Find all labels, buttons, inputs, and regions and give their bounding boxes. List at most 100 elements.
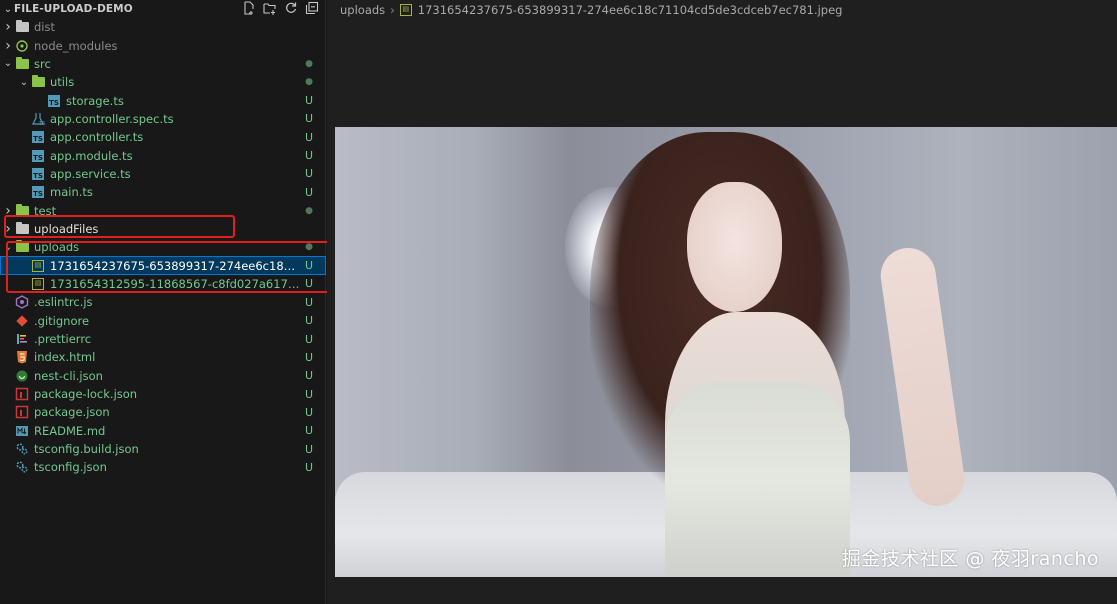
- tree-item-label: app.service.ts: [50, 166, 131, 181]
- chevron-down-icon: ⌄: [19, 76, 29, 88]
- folder-dist-icon: [14, 20, 30, 34]
- untracked-badge: U: [304, 332, 314, 346]
- file-item[interactable]: TS main.ts U: [0, 183, 326, 201]
- file-item[interactable]: nest-cli.json U: [0, 367, 326, 385]
- chevron-down-icon: ⌄: [3, 58, 13, 70]
- git-icon: [14, 314, 30, 328]
- modified-dot-icon: ●: [305, 58, 313, 69]
- explorer-title: FILE-UPLOAD-DEMO: [14, 3, 133, 15]
- tree-item-label: README.md: [34, 423, 106, 438]
- chevron-down-icon[interactable]: ⌄: [2, 4, 14, 15]
- untracked-badge: U: [304, 350, 314, 364]
- chevron-right-icon: ›: [5, 19, 11, 36]
- breadcrumb-folder[interactable]: uploads: [340, 3, 385, 17]
- tree-item-label: package-lock.json: [34, 387, 138, 402]
- breadcrumb-separator-icon: ›: [390, 3, 395, 17]
- folder-utils-icon: [30, 75, 46, 89]
- readme-icon: [14, 424, 30, 438]
- file-item[interactable]: README.md U: [0, 422, 326, 440]
- nest-icon: [14, 369, 30, 383]
- untracked-badge: U: [304, 295, 314, 309]
- breadcrumb: uploads › ▤ 1731654237675-653899317-274e…: [327, 0, 1117, 20]
- untracked-badge: U: [304, 167, 314, 181]
- ts-spec-icon: TS: [30, 112, 46, 126]
- folder-src-icon: [14, 56, 30, 71]
- untracked-badge: U: [304, 369, 314, 383]
- file-item[interactable]: TS storage.ts U: [0, 91, 326, 109]
- file-item[interactable]: tsconfig.json U: [0, 458, 326, 476]
- folder-item[interactable]: ⌄ utils ●: [0, 73, 326, 91]
- dress: [665, 382, 850, 577]
- eslint-icon: [14, 295, 30, 310]
- tree-item-label: index.html: [34, 350, 96, 365]
- untracked-badge: U: [304, 185, 314, 199]
- chevron-right-icon: ›: [5, 37, 11, 54]
- untracked-badge: U: [304, 94, 314, 108]
- html-icon: [14, 350, 30, 364]
- tree-item-label: dist: [34, 20, 55, 35]
- watermark-text: 掘金技术社区 @ 夜羽rancho: [841, 548, 1099, 570]
- tsconfig-icon: [14, 460, 30, 474]
- file-item[interactable]: .eslintrc.js U: [0, 293, 326, 311]
- file-item[interactable]: index.html U: [0, 348, 326, 366]
- file-item[interactable]: TS app.service.ts U: [0, 165, 326, 183]
- raised-arm: [877, 244, 968, 510]
- refresh-icon[interactable]: [284, 1, 298, 15]
- file-item[interactable]: .gitignore U: [0, 312, 326, 330]
- tree-item-label: main.ts: [50, 185, 93, 200]
- untracked-badge: U: [304, 387, 314, 401]
- file-item[interactable]: TS app.controller.spec.ts U: [0, 110, 326, 128]
- new-folder-icon[interactable]: [263, 1, 277, 15]
- collapse-all-icon[interactable]: [305, 1, 319, 15]
- tree-item-label: app.controller.ts: [50, 130, 144, 145]
- file-item[interactable]: tsconfig.build.json U: [0, 440, 326, 458]
- tree-item-label: .prettierrc: [34, 332, 92, 347]
- tree-item-label: package.json: [34, 405, 110, 420]
- tree-item-label: tsconfig.build.json: [34, 442, 139, 457]
- breadcrumb-file[interactable]: 1731654237675-653899317-274ee6c18c71104c…: [418, 3, 843, 17]
- folder-item[interactable]: ⌄ src ●: [0, 55, 326, 73]
- folder-node-icon: [14, 39, 30, 53]
- ts-icon: TS: [30, 149, 46, 163]
- tree-item-label: app.controller.spec.ts: [50, 111, 174, 126]
- file-item[interactable]: .prettierrc U: [0, 330, 326, 348]
- tree-item-label: node_modules: [34, 38, 118, 53]
- explorer-sidebar: ⌄ FILE-UPLOAD-DEMO › dist › node_modules ⌄ sr…: [0, 0, 333, 604]
- ts-icon: TS: [46, 94, 62, 108]
- image-preview[interactable]: 掘金技术社区 @ 夜羽rancho: [335, 127, 1117, 577]
- file-item[interactable]: TS app.controller.ts U: [0, 128, 326, 146]
- tree-item-label: .gitignore: [34, 313, 90, 328]
- tree-item-label: app.module.ts: [50, 148, 133, 163]
- ts-icon: TS: [30, 185, 46, 199]
- tsconfig-icon: [14, 442, 30, 456]
- tree-item-label: .eslintrc.js: [34, 295, 93, 310]
- file-item[interactable]: package.json U: [0, 403, 326, 421]
- file-item[interactable]: package-lock.json U: [0, 385, 326, 403]
- modified-dot-icon: ●: [305, 77, 313, 88]
- ts-icon: TS: [30, 130, 46, 144]
- untracked-badge: U: [304, 460, 314, 474]
- modified-dot-icon: ●: [305, 205, 313, 216]
- face: [687, 182, 782, 312]
- highlight-uploads: [6, 241, 333, 293]
- untracked-badge: U: [304, 314, 314, 328]
- untracked-badge: U: [304, 112, 314, 126]
- untracked-badge: U: [304, 424, 314, 438]
- file-item[interactable]: TS app.module.ts U: [0, 146, 326, 164]
- npm-icon: [14, 387, 30, 401]
- untracked-badge: U: [304, 130, 314, 144]
- tree-item-label: nest-cli.json: [34, 368, 103, 383]
- untracked-badge: U: [304, 405, 314, 419]
- image-editor: uploads › ▤ 1731654237675-653899317-274e…: [327, 0, 1117, 604]
- tree-item-label: tsconfig.json: [34, 460, 107, 475]
- folder-item[interactable]: › dist: [0, 18, 326, 36]
- tree-item-label: utils: [50, 75, 75, 90]
- new-file-icon[interactable]: [242, 1, 256, 15]
- highlight-uploadfiles: [4, 215, 235, 238]
- ts-icon: TS: [30, 167, 46, 181]
- image-file-icon: ▤: [399, 4, 412, 16]
- untracked-badge: U: [304, 442, 314, 456]
- explorer-actions: [242, 1, 319, 15]
- untracked-badge: U: [304, 149, 314, 163]
- folder-item[interactable]: › node_modules: [0, 36, 326, 54]
